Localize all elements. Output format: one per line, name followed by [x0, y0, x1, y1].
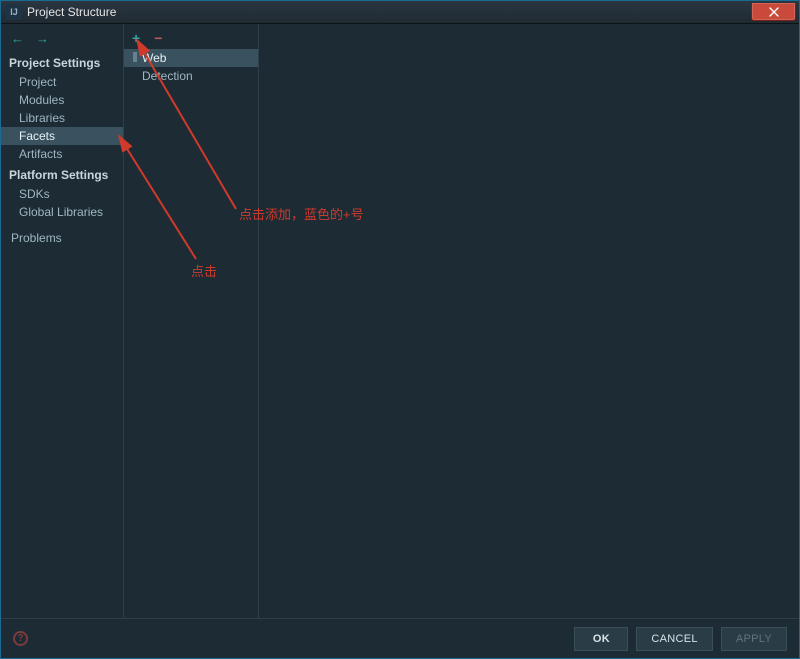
apply-button[interactable]: APPLY	[721, 627, 787, 651]
sidebar-item-problems[interactable]: Problems	[1, 229, 123, 247]
cancel-button[interactable]: CANCEL	[636, 627, 712, 651]
sidebar-item-facets[interactable]: Facets	[1, 127, 123, 145]
sidebar-item-modules[interactable]: Modules	[1, 91, 123, 109]
project-structure-window: IJ Project Structure ← → Project Setting…	[0, 0, 800, 659]
forward-arrow-icon[interactable]: →	[36, 32, 49, 45]
help-button[interactable]: ?	[13, 631, 28, 646]
group-header-project-settings: Project Settings	[1, 51, 123, 73]
nav-arrows: ← →	[1, 28, 123, 51]
dialog-body: ← → Project Settings Project Modules Lib…	[1, 24, 799, 658]
list-toolbar: + −	[124, 28, 258, 49]
facet-item-detection[interactable]: Detection	[124, 67, 258, 85]
remove-facet-button[interactable]: −	[154, 31, 162, 45]
content-row: ← → Project Settings Project Modules Lib…	[1, 24, 799, 618]
ok-button[interactable]: OK	[574, 627, 628, 651]
sidebar-item-libraries[interactable]: Libraries	[1, 109, 123, 127]
sidebar-item-project[interactable]: Project	[1, 73, 123, 91]
facet-details-pane	[259, 24, 799, 618]
app-icon: IJ	[6, 4, 22, 20]
sidebar-item-sdks[interactable]: SDKs	[1, 185, 123, 203]
facet-item-web[interactable]: Web	[124, 49, 258, 67]
sidebar-item-global-libraries[interactable]: Global Libraries	[1, 203, 123, 221]
titlebar[interactable]: IJ Project Structure	[1, 1, 799, 24]
window-title: Project Structure	[27, 5, 116, 19]
add-facet-button[interactable]: +	[132, 31, 140, 45]
back-arrow-icon[interactable]: ←	[11, 32, 24, 45]
settings-sidebar: ← → Project Settings Project Modules Lib…	[1, 24, 124, 618]
dialog-footer: ? OK CANCEL APPLY	[1, 618, 799, 658]
group-header-platform-settings: Platform Settings	[1, 163, 123, 185]
sidebar-item-artifacts[interactable]: Artifacts	[1, 145, 123, 163]
facets-list-pane: + − Web Detection	[124, 24, 259, 618]
window-close-button[interactable]	[751, 3, 796, 21]
